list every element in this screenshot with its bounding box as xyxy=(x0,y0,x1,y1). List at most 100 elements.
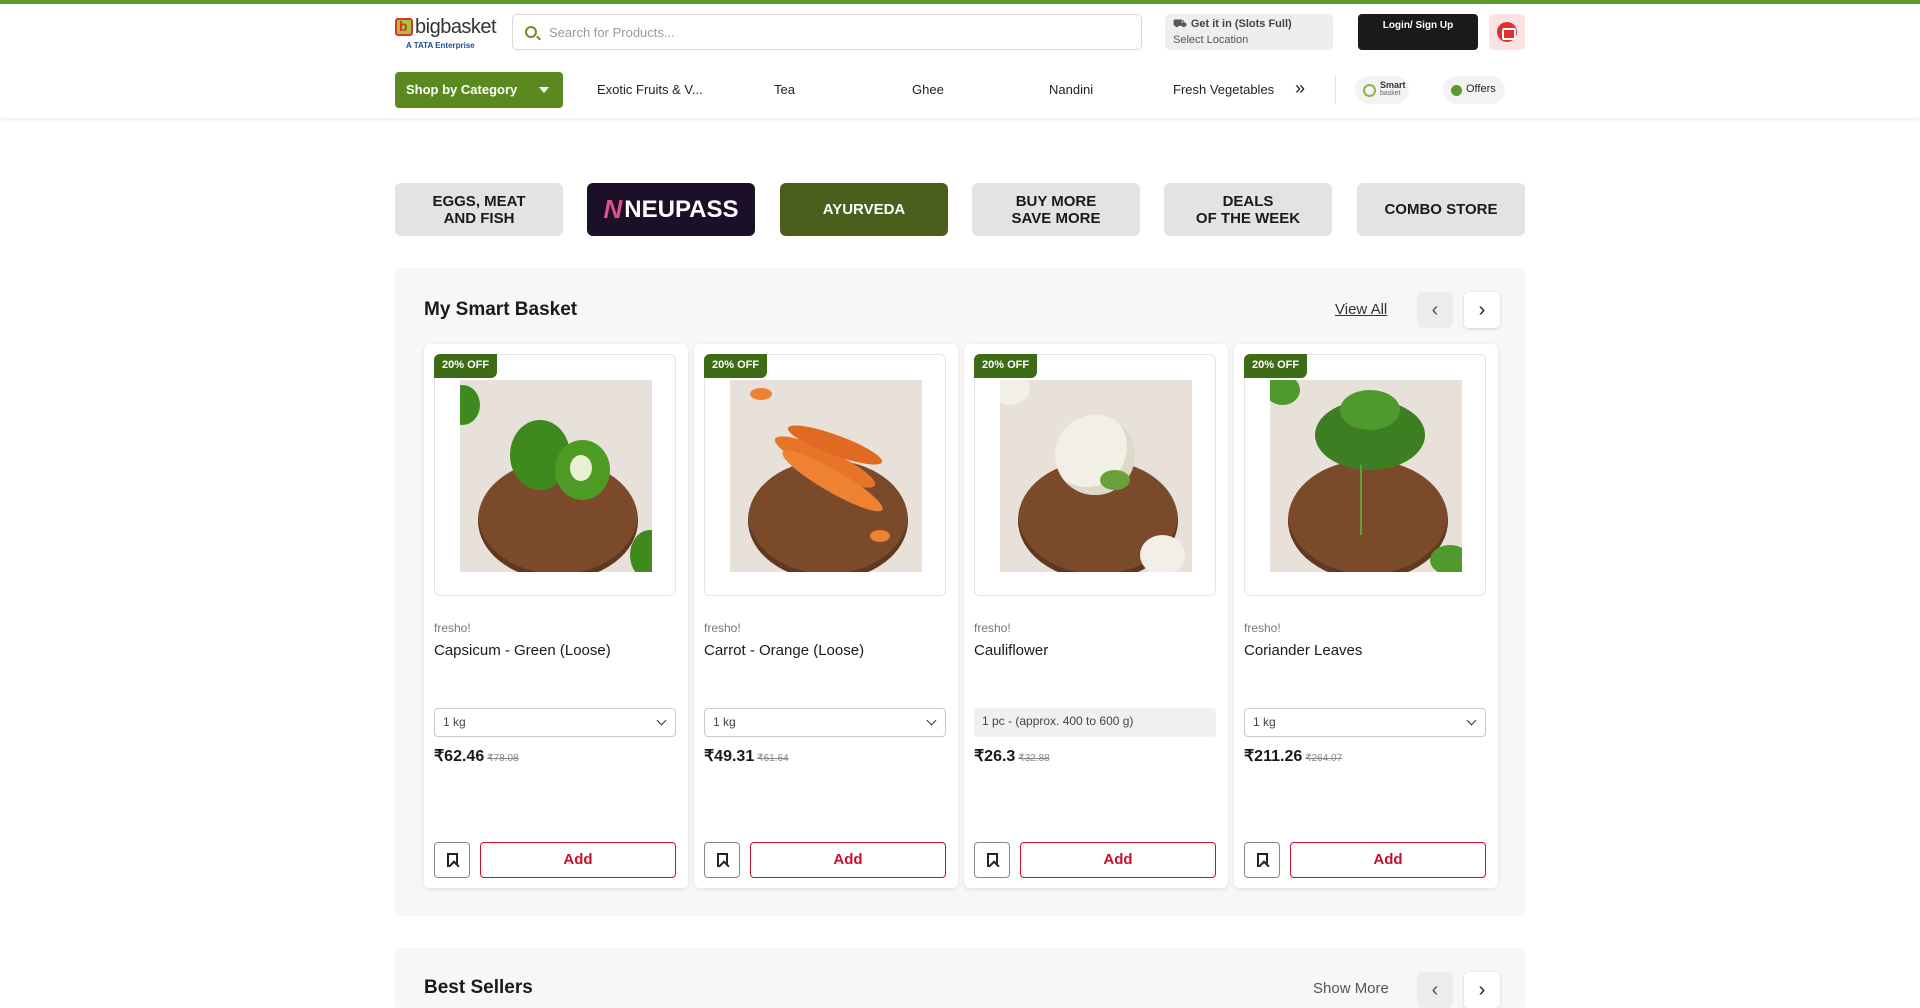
bookmark-icon xyxy=(717,853,728,867)
save-for-later-button[interactable] xyxy=(1244,842,1280,878)
nav-link-ghee[interactable]: Ghee xyxy=(912,82,944,97)
tile-eggs-meat-fish[interactable]: EGGS, MEAT AND FISH xyxy=(395,183,563,236)
quantity-select[interactable]: 1 kg xyxy=(434,708,676,737)
sale-price: ₹49.31 xyxy=(704,748,755,765)
shop-by-category-label: Shop by Category xyxy=(406,82,518,97)
bookmark-icon xyxy=(987,853,998,867)
tile-neupass[interactable]: N NEUPASS xyxy=(587,183,755,236)
offers-link[interactable]: Offers xyxy=(1443,76,1505,104)
quantity-value: 1 kg xyxy=(443,715,466,729)
tile-deals-of-the-week[interactable]: DEALS OF THE WEEK xyxy=(1164,183,1332,236)
product-price: ₹26.3 ₹32.88 xyxy=(974,746,1050,766)
shop-by-category-button[interactable]: Shop by Category xyxy=(395,72,563,108)
carousel-next-button[interactable]: › xyxy=(1464,972,1500,1008)
add-to-cart-button[interactable]: Add xyxy=(1290,842,1486,878)
discount-badge: 20% OFF xyxy=(1244,354,1308,378)
discount-badge: 20% OFF xyxy=(704,354,768,378)
carousel-prev-button[interactable]: ‹ xyxy=(1417,972,1453,1008)
delivery-slot-text: Get it in (Slots Full) xyxy=(1190,18,1292,30)
product-image-cauliflower xyxy=(1000,380,1192,572)
logo-subtitle: A TATA Enterprise xyxy=(406,41,475,50)
product-card[interactable]: 20% OFF fresho! Coriander Leaves 1 kg ₹2… xyxy=(1234,344,1498,888)
search-input[interactable] xyxy=(549,15,1129,49)
mrp-price: ₹264.07 xyxy=(1305,753,1343,764)
search-icon xyxy=(525,26,537,38)
quantity-value: 1 kg xyxy=(1253,715,1276,729)
location-selector[interactable]: ⛟ Get it in (Slots Full) Select Location xyxy=(1165,14,1333,50)
caret-down-icon xyxy=(539,87,549,93)
logo-mark-icon: b xyxy=(395,18,413,36)
nav-link-exotic-fruits[interactable]: Exotic Fruits & V... xyxy=(597,82,703,97)
bookmark-icon xyxy=(447,853,458,867)
bookmark-icon xyxy=(1257,853,1268,867)
product-image-box[interactable] xyxy=(974,354,1216,596)
product-name[interactable]: Coriander Leaves xyxy=(1244,642,1362,659)
mrp-price: ₹78.08 xyxy=(487,753,519,764)
product-price: ₹211.26 ₹264.07 xyxy=(1244,746,1342,766)
nav-link-tea[interactable]: Tea xyxy=(774,82,795,97)
add-to-cart-button[interactable]: Add xyxy=(480,842,676,878)
product-image-box[interactable] xyxy=(704,354,946,596)
add-to-cart-button[interactable]: Add xyxy=(750,842,946,878)
product-brand: fresho! xyxy=(434,621,471,635)
site-header: b bigbasket A TATA Enterprise ⛟Get it in… xyxy=(0,4,1920,118)
smart-basket-link[interactable]: Smart basket xyxy=(1355,76,1409,104)
product-image-box[interactable] xyxy=(434,354,676,596)
save-for-later-button[interactable] xyxy=(974,842,1010,878)
chevron-down-icon xyxy=(656,715,667,726)
carousel-next-button[interactable]: › xyxy=(1464,292,1500,328)
product-brand: fresho! xyxy=(974,621,1011,635)
product-brand: fresho! xyxy=(704,621,741,635)
search-box[interactable] xyxy=(512,14,1142,50)
quantity-value: 1 pc - (approx. 400 to 600 g) xyxy=(974,708,1216,737)
smart-basket-sublabel: basket xyxy=(1380,90,1401,97)
section-title: My Smart Basket xyxy=(424,299,578,320)
tile-combo-store[interactable]: COMBO STORE xyxy=(1357,183,1525,236)
product-image-capsicum xyxy=(460,380,652,572)
sale-price: ₹211.26 xyxy=(1244,748,1303,765)
save-for-later-button[interactable] xyxy=(704,842,740,878)
product-name[interactable]: Cauliflower xyxy=(974,642,1048,659)
nav-link-nandini[interactable]: Nandini xyxy=(1049,82,1093,97)
logo-name: bigbasket xyxy=(415,16,497,38)
quantity-select[interactable]: 1 kg xyxy=(1244,708,1486,737)
smart-basket-icon xyxy=(1363,84,1376,97)
product-card[interactable]: 20% OFF fresho! Cauliflower 1 pc - (appr… xyxy=(964,344,1228,888)
product-image-carrot xyxy=(730,380,922,572)
neupass-logo-icon: N xyxy=(603,194,623,224)
sale-price: ₹26.3 xyxy=(974,748,1016,765)
header-nav-row: Shop by Category Exotic Fruits & V... Te… xyxy=(395,72,1525,108)
discount-badge: 20% OFF xyxy=(434,354,498,378)
tile-ayurveda[interactable]: AYURVEDA xyxy=(780,183,948,236)
offers-icon xyxy=(1451,85,1462,96)
shopping-bag-icon xyxy=(1497,22,1517,42)
product-name[interactable]: Capsicum - Green (Loose) xyxy=(434,642,611,659)
header-top-row: b bigbasket A TATA Enterprise ⛟Get it in… xyxy=(395,14,1525,52)
save-for-later-button[interactable] xyxy=(434,842,470,878)
mrp-price: ₹61.64 xyxy=(757,753,789,764)
product-card[interactable]: 20% OFF fresho! Capsicum - Green (Loose)… xyxy=(424,344,688,888)
quantity-value: 1 kg xyxy=(713,715,736,729)
add-to-cart-button[interactable]: Add xyxy=(1020,842,1216,878)
chevron-down-icon xyxy=(926,715,937,726)
product-image-coriander xyxy=(1270,380,1462,572)
quantity-select[interactable]: 1 kg xyxy=(704,708,946,737)
tile-buy-more-save-more[interactable]: BUY MORE SAVE MORE xyxy=(972,183,1140,236)
show-more-link[interactable]: Show More xyxy=(1313,980,1389,997)
product-name[interactable]: Carrot - Orange (Loose) xyxy=(704,642,864,659)
login-signup-button[interactable]: Login/ Sign Up xyxy=(1358,14,1478,50)
cart-button[interactable] xyxy=(1489,14,1525,50)
smart-basket-label: Smart xyxy=(1380,80,1406,90)
smart-basket-section: My Smart Basket View All ‹ › 20% OFF fre… xyxy=(395,268,1525,916)
mrp-price: ₹32.88 xyxy=(1018,753,1050,764)
product-card[interactable]: 20% OFF fresho! Carrot - Orange (Loose) … xyxy=(694,344,958,888)
product-image-box[interactable] xyxy=(1244,354,1486,596)
view-all-link[interactable]: View All xyxy=(1335,301,1387,318)
nav-link-fresh-vegetables[interactable]: Fresh Vegetables xyxy=(1173,82,1274,97)
nav-more-icon[interactable]: » xyxy=(1295,78,1305,99)
sale-price: ₹62.46 xyxy=(434,748,485,765)
carousel-prev-button[interactable]: ‹ xyxy=(1417,292,1453,328)
bigbasket-logo[interactable]: b bigbasket A TATA Enterprise xyxy=(395,16,497,54)
section-title: Best Sellers xyxy=(424,977,533,998)
product-price: ₹62.46 ₹78.08 xyxy=(434,746,519,766)
